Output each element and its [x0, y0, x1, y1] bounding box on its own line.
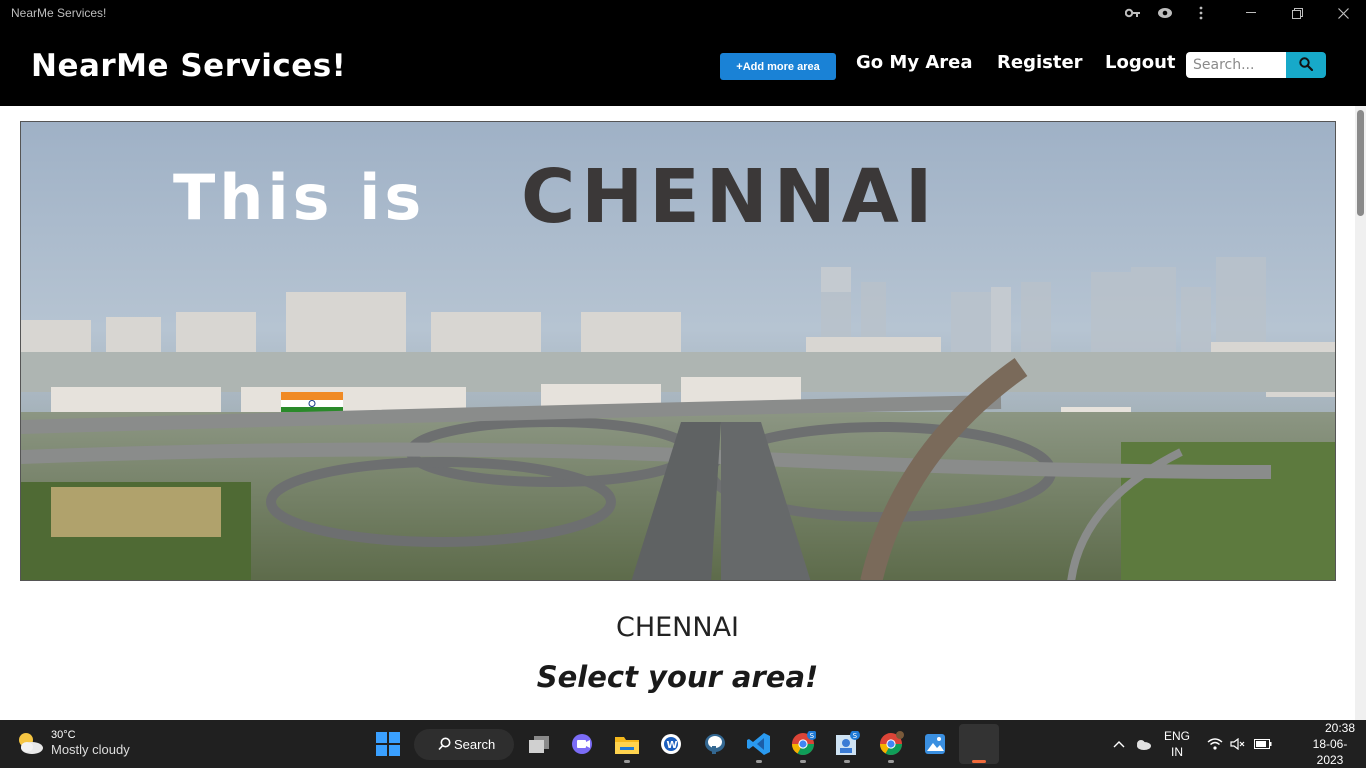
svg-text:S: S	[853, 732, 858, 740]
volume-muted-icon[interactable]	[1227, 720, 1249, 768]
clock-time: 20:38	[1324, 721, 1355, 735]
svg-text:S: S	[810, 732, 815, 740]
taskbar-search-label: Search	[454, 737, 496, 752]
people-app-icon[interactable]: S	[827, 724, 867, 764]
active-app-icon[interactable]	[959, 724, 999, 764]
window-title-bar: NearMe Services!	[0, 0, 1366, 26]
postgres-icon[interactable]	[695, 724, 735, 764]
weather-description: Mostly cloudy	[51, 742, 130, 757]
add-more-area-button[interactable]: +Add more area	[720, 53, 836, 80]
search-icon	[438, 737, 452, 754]
file-explorer-icon[interactable]	[607, 724, 647, 764]
clock-date: 18-06-2023	[1312, 737, 1348, 767]
city-name: CHENNAI	[615, 612, 740, 643]
wifi-icon[interactable]	[1204, 720, 1226, 768]
taskbar-search[interactable]: Search	[414, 729, 514, 760]
page-scrollbar[interactable]	[1355, 106, 1366, 720]
language-indicator[interactable]: ENG IN	[1160, 720, 1194, 768]
brand-title[interactable]: NearMe Services!	[31, 48, 346, 84]
cloudy-weather-icon	[15, 730, 45, 756]
scrollbar-thumb[interactable]	[1357, 110, 1364, 216]
minimize-button[interactable]	[1228, 0, 1274, 26]
clock[interactable]: 20:38 18-06-2023	[1305, 720, 1355, 768]
onedrive-cloud-icon[interactable]	[1131, 720, 1155, 768]
window-title: NearMe Services!	[11, 6, 107, 20]
banner-heading-prefix: This is	[173, 161, 425, 234]
chevron-up-icon[interactable]	[1108, 720, 1130, 768]
language-line2: IN	[1171, 745, 1183, 759]
restore-button[interactable]	[1274, 0, 1320, 26]
key-icon[interactable]	[1122, 3, 1144, 23]
meet-icon[interactable]	[563, 724, 603, 764]
city-banner-image: This is CHENNAI	[20, 121, 1336, 581]
language-line1: ENG	[1163, 729, 1190, 743]
nav-link-logout[interactable]: Logout	[1105, 52, 1176, 73]
windows-start-icon[interactable]	[368, 724, 408, 764]
search-icon	[1299, 56, 1314, 74]
chrome-icon[interactable]	[871, 724, 911, 764]
vscode-icon[interactable]	[739, 724, 779, 764]
banner-heading-city: CHENNAI	[521, 154, 938, 240]
select-area-heading: Select your area!	[536, 660, 819, 694]
word-app-icon[interactable]: W	[651, 724, 691, 764]
search-button[interactable]	[1286, 52, 1326, 78]
search-input[interactable]	[1186, 52, 1286, 78]
photos-icon[interactable]	[915, 724, 955, 764]
windows-taskbar: 30°C Mostly cloudy Search W S S ENG IN 2…	[0, 720, 1366, 768]
weather-widget[interactable]: 30°C Mostly cloudy	[15, 728, 130, 758]
navbar: NearMe Services! +Add more area Go My Ar…	[0, 26, 1366, 106]
battery-charging-icon[interactable]	[1251, 720, 1275, 768]
eye-icon[interactable]	[1154, 3, 1176, 23]
more-options-icon[interactable]	[1190, 3, 1212, 23]
close-button[interactable]	[1320, 0, 1366, 26]
svg-text:W: W	[667, 740, 678, 751]
task-view-icon[interactable]	[519, 724, 559, 764]
nav-link-register[interactable]: Register	[997, 52, 1083, 73]
chrome-icon[interactable]: S	[783, 724, 823, 764]
weather-temperature: 30°C	[51, 729, 76, 741]
nav-link-go-my-area[interactable]: Go My Area	[856, 52, 972, 73]
